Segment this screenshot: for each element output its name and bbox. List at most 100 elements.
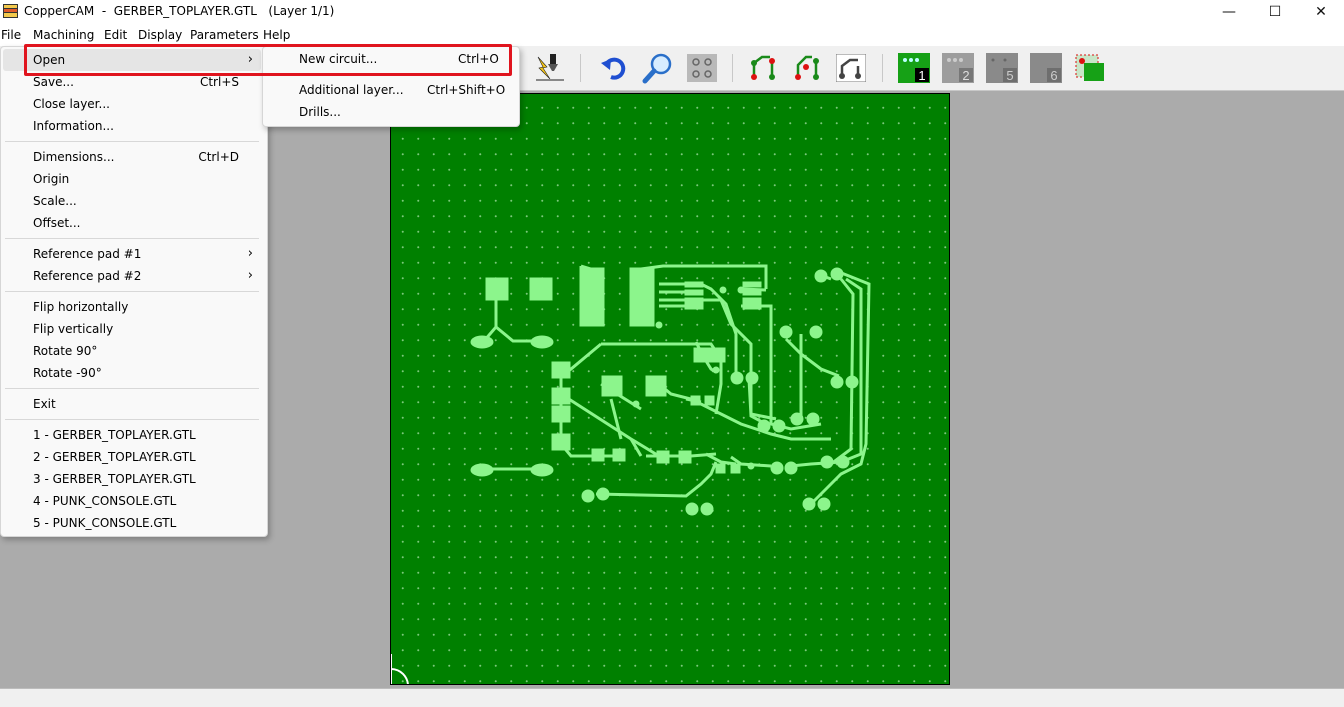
menu-item-recent-3[interactable]: 3 - GERBER_TOPLAYER.GTL [3,468,261,490]
menu-item-save-label: Save... [33,75,74,89]
coppercam-app-icon [3,4,18,18]
menu-file[interactable]: File [1,28,21,42]
window-title: CopperCAM - GERBER_TOPLAYER.GTL (Layer 1… [24,4,335,18]
layer-5-icon: 5 [986,53,1018,83]
file-menu: Open › Save... Ctrl+S Close layer... Inf… [0,46,268,537]
menu-item-scale[interactable]: Scale... [3,190,261,212]
menu-item-recent-label: 1 - GERBER_TOPLAYER.GTL [33,428,196,442]
menu-item-rotate-neg-90-label: Rotate -90° [33,366,102,380]
menu-display[interactable]: Display [138,28,182,42]
maximize-icon: ☐ [1268,4,1282,20]
menu-item-information[interactable]: Information... [3,115,261,137]
menu-separator [5,388,259,389]
pcb-board[interactable] [390,93,950,685]
menu-item-rotate-90-label: Rotate 90° [33,344,98,358]
zoom-icon [642,53,672,84]
menu-item-close-layer[interactable]: Close layer... [3,93,261,115]
menu-item-exit-label: Exit [33,397,56,411]
layer-1-icon: 1 [898,53,930,83]
tracks-alt-icon [795,55,819,80]
machining-tool-button[interactable] [532,51,568,85]
minimize-icon: — [1222,4,1236,20]
menu-item-recent-1[interactable]: 1 - GERBER_TOPLAYER.GTL [3,424,261,446]
toolbar-separator [732,54,733,82]
submenu-item-additional-layer-shortcut: Ctrl+Shift+O [427,83,506,97]
menu-separator [5,419,259,420]
toolbar-separator [580,54,581,82]
menu-item-reference-pad-1-label: Reference pad #1 [33,247,142,261]
menu-item-origin-label: Origin [33,172,70,186]
layer-6-button[interactable]: 6 [1028,51,1064,85]
menu-item-rotate-90[interactable]: Rotate 90° [3,340,261,362]
submenu-item-drills[interactable]: Drills... [265,101,515,123]
menu-item-dimensions-label: Dimensions... [33,150,115,164]
menu-item-information-label: Information... [33,119,114,133]
layer-2-number: 2 [962,68,969,83]
menu-item-flip-horizontally[interactable]: Flip horizontally [3,296,261,318]
menu-bar: File Machining Edit Display Parameters H… [0,24,1344,46]
menu-item-reference-pad-2-label: Reference pad #2 [33,269,142,283]
layer-1-number: 1 [918,68,925,83]
menu-item-origin[interactable]: Origin [3,168,261,190]
submenu-item-additional-layer-label: Additional layer... [299,83,404,97]
undo-button[interactable] [596,51,632,85]
submenu-item-additional-layer[interactable]: Additional layer... Ctrl+Shift+O [265,79,515,101]
menu-item-flip-vertically-label: Flip vertically [33,322,114,336]
menu-machining[interactable]: Machining [33,28,94,42]
layer-2-icon: 2 [942,53,974,83]
layer-6-number: 6 [1050,68,1057,83]
pads-button[interactable] [684,51,720,85]
machining-tool-icon [536,54,564,81]
circuit-icon [836,54,866,82]
menu-item-offset[interactable]: Offset... [3,212,261,234]
toolbar-separator [882,54,883,82]
menu-help[interactable]: Help [263,28,290,42]
menu-item-recent-label: 4 - PUNK_CONSOLE.GTL [33,494,177,508]
layer-6-icon: 6 [1030,53,1062,83]
menu-item-dimensions-shortcut: Ctrl+D [198,150,239,164]
menu-item-rotate-neg-90[interactable]: Rotate -90° [3,362,261,384]
layer-view-icon [1075,54,1104,81]
minimize-button[interactable]: — [1206,0,1252,24]
tracks-button[interactable] [745,51,781,85]
menu-item-recent-2[interactable]: 2 - GERBER_TOPLAYER.GTL [3,446,261,468]
menu-item-recent-label: 2 - GERBER_TOPLAYER.GTL [33,450,196,464]
close-button[interactable]: ✕ [1298,0,1344,24]
menu-item-offset-label: Offset... [33,216,81,230]
menu-edit[interactable]: Edit [104,28,127,42]
pcb-copper-layer [391,264,871,684]
pads-icon [687,54,717,82]
layer-5-number: 5 [1006,68,1013,83]
menu-parameters[interactable]: Parameters [190,28,259,42]
tracks-icon [751,55,775,80]
title-bar: CopperCAM - GERBER_TOPLAYER.GTL (Layer 1… [0,0,1344,24]
menu-item-reference-pad-2[interactable]: Reference pad #2 › [3,265,261,287]
menu-separator [5,141,259,142]
layer-1-button[interactable]: 1 [896,51,932,85]
menu-item-flip-horizontally-label: Flip horizontally [33,300,129,314]
zoom-button[interactable] [640,51,676,85]
menu-item-recent-4[interactable]: 4 - PUNK_CONSOLE.GTL [3,490,261,512]
close-icon: ✕ [1315,4,1327,20]
tracks-alt-button[interactable] [789,51,825,85]
menu-separator [5,238,259,239]
menu-item-close-layer-label: Close layer... [33,97,110,111]
menu-separator [5,291,259,292]
menu-item-recent-label: 5 - PUNK_CONSOLE.GTL [33,516,177,530]
layer-view-button[interactable] [1072,51,1108,85]
menu-item-dimensions[interactable]: Dimensions... Ctrl+D [3,146,261,168]
menu-item-exit[interactable]: Exit [3,393,261,415]
circuit-button[interactable] [833,51,869,85]
menu-item-flip-vertically[interactable]: Flip vertically [3,318,261,340]
chevron-right-icon: › [247,246,253,261]
layer-2-button[interactable]: 2 [940,51,976,85]
maximize-button[interactable]: ☐ [1252,0,1298,24]
submenu-item-drills-label: Drills... [299,105,341,119]
menu-item-save-shortcut: Ctrl+S [199,75,239,89]
menu-item-recent-label: 3 - GERBER_TOPLAYER.GTL [33,472,196,486]
highlight-box [24,44,512,76]
menu-item-reference-pad-1[interactable]: Reference pad #1 › [3,243,261,265]
menu-item-recent-5[interactable]: 5 - PUNK_CONSOLE.GTL [3,512,261,534]
status-bar [0,688,1344,707]
layer-5-button[interactable]: 5 [984,51,1020,85]
